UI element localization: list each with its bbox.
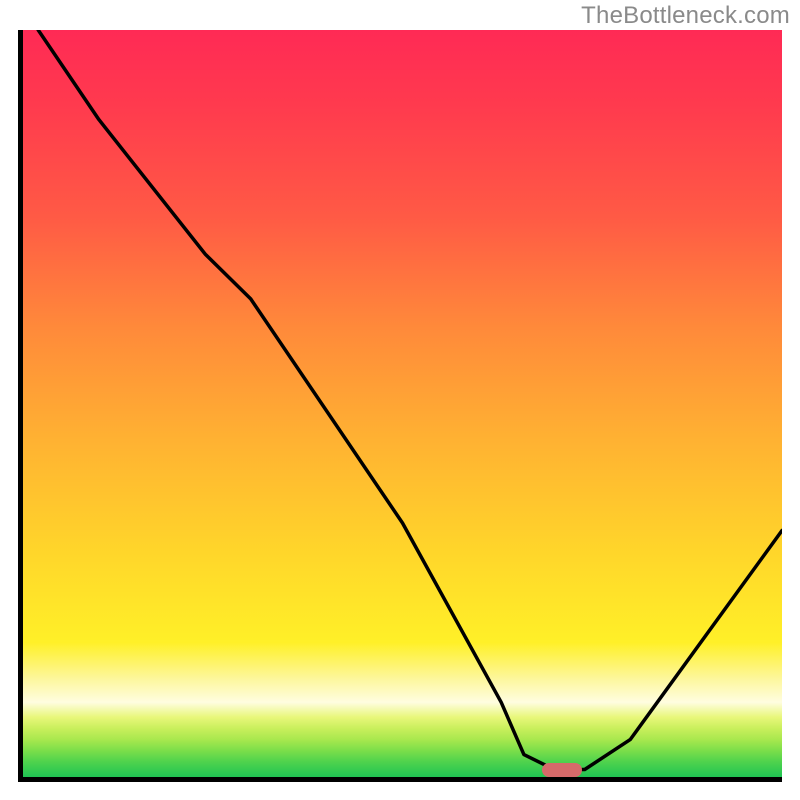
optimal-marker bbox=[542, 763, 582, 777]
plot-area bbox=[18, 30, 782, 782]
bottleneck-curve bbox=[23, 30, 782, 777]
watermark-text: TheBottleneck.com bbox=[581, 2, 790, 30]
chart-container: TheBottleneck.com bbox=[0, 0, 800, 800]
